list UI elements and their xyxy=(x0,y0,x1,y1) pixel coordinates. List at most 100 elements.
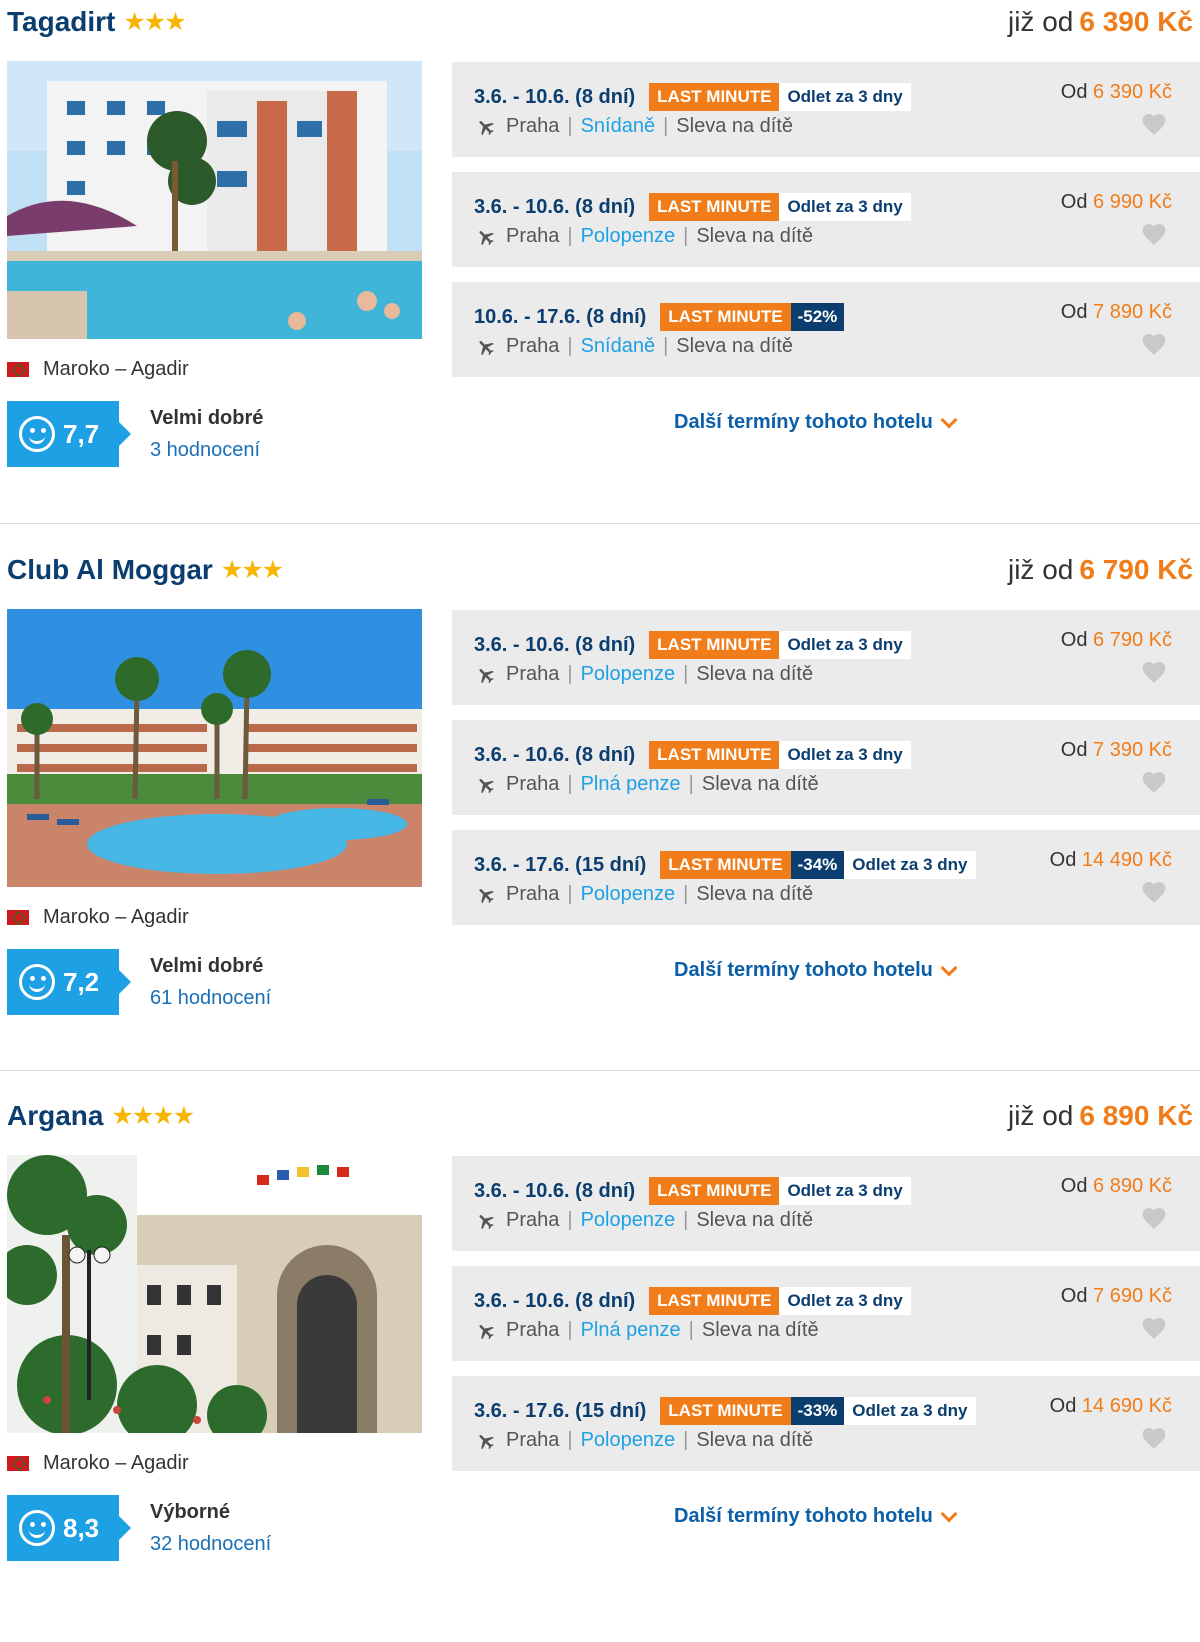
smiley-icon xyxy=(19,1510,55,1546)
hotel-title[interactable]: Tagadirt ★★★ xyxy=(7,6,187,38)
last-minute-badge: LAST MINUTE xyxy=(649,193,780,221)
child-discount: Sleva na dítě xyxy=(696,663,814,685)
term-dates: 10.6. - 17.6. (8 dní) xyxy=(474,305,647,328)
term-dates: 3.6. - 10.6. (8 dní) xyxy=(474,1179,636,1202)
departure-city: Praha xyxy=(506,225,560,247)
favorite-heart-icon[interactable] xyxy=(1141,222,1167,246)
more-terms-link[interactable]: Další termíny tohoto hotelu xyxy=(674,1505,958,1528)
term-dates: 3.6. - 10.6. (8 dní) xyxy=(474,85,636,108)
score-badge[interactable]: 7,2 xyxy=(7,949,131,1015)
child-discount: Sleva na dítě xyxy=(701,773,819,795)
hotel-price-from: již od 6 790 Kč xyxy=(1007,554,1193,585)
departure-city: Praha xyxy=(506,115,560,137)
rating-count-link[interactable]: 32 hodnocení xyxy=(150,1533,271,1556)
last-minute-badge: LAST MINUTE xyxy=(649,83,780,111)
departure-city: Praha xyxy=(506,663,560,685)
board-type: Polopenze xyxy=(580,883,676,905)
term-price: Od 7 890 Kč xyxy=(1060,301,1172,323)
morocco-flag-icon xyxy=(7,910,29,925)
favorite-heart-icon[interactable] xyxy=(1141,880,1167,904)
more-terms-link[interactable]: Další termíny tohoto hotelu xyxy=(674,959,958,982)
term-price: Od 6 790 Kč xyxy=(1060,629,1172,651)
star-rating-icon: ★★★★ xyxy=(111,1102,195,1130)
star-rating-icon: ★★★ xyxy=(220,556,284,584)
term-dates: 3.6. - 10.6. (8 dní) xyxy=(474,195,636,218)
hotel-photo[interactable] xyxy=(7,1155,422,1433)
hotel-name[interactable]: Argana xyxy=(7,1100,103,1132)
favorite-heart-icon[interactable] xyxy=(1141,1426,1167,1450)
hotel-photo[interactable] xyxy=(7,609,422,887)
board-type: Plná penze xyxy=(580,773,681,795)
hotel-title[interactable]: Club Al Moggar ★★★ xyxy=(7,554,284,586)
last-minute-badge: LAST MINUTE xyxy=(660,303,791,331)
favorite-heart-icon[interactable] xyxy=(1141,770,1167,794)
departure-city: Praha xyxy=(506,1209,560,1231)
departure-badge: Odlet za 3 dny xyxy=(844,1397,976,1425)
favorite-heart-icon[interactable] xyxy=(1141,1316,1167,1340)
term-row[interactable]: 10.6. - 17.6. (8 dní) LAST MINUTE -52% P… xyxy=(452,282,1200,377)
discount-badge: -34% xyxy=(790,851,845,879)
term-dates: 3.6. - 10.6. (8 dní) xyxy=(474,1289,636,1312)
departure-badge: Odlet za 3 dny xyxy=(779,193,911,221)
smiley-icon xyxy=(19,416,55,452)
plane-icon xyxy=(479,1434,494,1449)
morocco-flag-icon xyxy=(7,1456,29,1471)
plane-icon xyxy=(479,340,494,355)
child-discount: Sleva na dítě xyxy=(676,335,794,357)
departure-badge: Odlet za 3 dny xyxy=(779,1287,911,1315)
favorite-heart-icon[interactable] xyxy=(1141,1206,1167,1230)
term-row[interactable]: 3.6. - 10.6. (8 dní) LAST MINUTE Odlet z… xyxy=(452,62,1200,157)
departure-city: Praha xyxy=(506,335,560,357)
departure-badge: Odlet za 3 dny xyxy=(844,851,976,879)
last-minute-badge: LAST MINUTE xyxy=(649,1287,780,1315)
term-row[interactable]: 3.6. - 17.6. (15 dní) LAST MINUTE -33% O… xyxy=(452,1376,1200,1471)
board-type: Snídaně xyxy=(580,115,656,137)
favorite-heart-icon[interactable] xyxy=(1141,660,1167,684)
term-row[interactable]: 3.6. - 10.6. (8 dní) LAST MINUTE Odlet z… xyxy=(452,1156,1200,1251)
term-dates: 3.6. - 17.6. (15 dní) xyxy=(474,853,647,876)
favorite-heart-icon[interactable] xyxy=(1141,332,1167,356)
hotel-title[interactable]: Argana ★★★★ xyxy=(7,1100,195,1132)
rating-label: Velmi dobré xyxy=(150,407,264,429)
term-row[interactable]: 3.6. - 17.6. (15 dní) LAST MINUTE -34% O… xyxy=(452,830,1200,925)
child-discount: Sleva na dítě xyxy=(676,115,794,137)
child-discount: Sleva na dítě xyxy=(696,1429,814,1451)
term-row[interactable]: 3.6. - 10.6. (8 dní) LAST MINUTE Odlet z… xyxy=(452,610,1200,705)
hotel-card: Tagadirt ★★★ již od 6 390 Kč Maroko – Ag… xyxy=(0,0,1200,548)
score-badge[interactable]: 8,3 xyxy=(7,1495,131,1561)
term-price: Od 6 990 Kč xyxy=(1060,191,1172,213)
term-dates: 3.6. - 10.6. (8 dní) xyxy=(474,633,636,656)
chevron-down-icon xyxy=(940,1505,958,1522)
departure-city: Praha xyxy=(506,1429,560,1451)
term-price: Od 6 390 Kč xyxy=(1060,81,1172,103)
plane-icon xyxy=(479,778,494,793)
last-minute-badge: LAST MINUTE xyxy=(649,1177,780,1205)
child-discount: Sleva na dítě xyxy=(701,1319,819,1341)
hotel-name[interactable]: Club Al Moggar xyxy=(7,554,213,586)
rating-count-link[interactable]: 61 hodnocení xyxy=(150,987,271,1010)
term-row[interactable]: 3.6. - 10.6. (8 dní) LAST MINUTE Odlet z… xyxy=(452,172,1200,267)
departure-badge: Odlet za 3 dny xyxy=(779,1177,911,1205)
hotel-card: Argana ★★★★ již od 6 890 Kč Maroko – Aga… xyxy=(0,1094,1200,1642)
plane-icon xyxy=(479,888,494,903)
hotel-photo[interactable] xyxy=(7,61,422,339)
term-row[interactable]: 3.6. - 10.6. (8 dní) LAST MINUTE Odlet z… xyxy=(452,720,1200,815)
term-dates: 3.6. - 10.6. (8 dní) xyxy=(474,743,636,766)
hotel-name[interactable]: Tagadirt xyxy=(7,6,115,38)
departure-badge: Odlet za 3 dny xyxy=(779,83,911,111)
child-discount: Sleva na dítě xyxy=(696,883,814,905)
board-type: Snídaně xyxy=(580,335,656,357)
departure-badge: Odlet za 3 dny xyxy=(779,631,911,659)
favorite-heart-icon[interactable] xyxy=(1141,112,1167,136)
term-row[interactable]: 3.6. - 10.6. (8 dní) LAST MINUTE Odlet z… xyxy=(452,1266,1200,1361)
more-terms-link[interactable]: Další termíny tohoto hotelu xyxy=(674,411,958,434)
departure-badge: Odlet za 3 dny xyxy=(779,741,911,769)
plane-icon xyxy=(479,120,494,135)
rating-count-link[interactable]: 3 hodnocení xyxy=(150,439,260,462)
star-rating-icon: ★★★ xyxy=(123,8,186,36)
departure-city: Praha xyxy=(506,773,560,795)
chevron-down-icon xyxy=(940,959,958,976)
score-badge[interactable]: 7,7 xyxy=(7,401,131,467)
board-type: Polopenze xyxy=(580,225,676,247)
board-type: Polopenze xyxy=(580,663,676,685)
